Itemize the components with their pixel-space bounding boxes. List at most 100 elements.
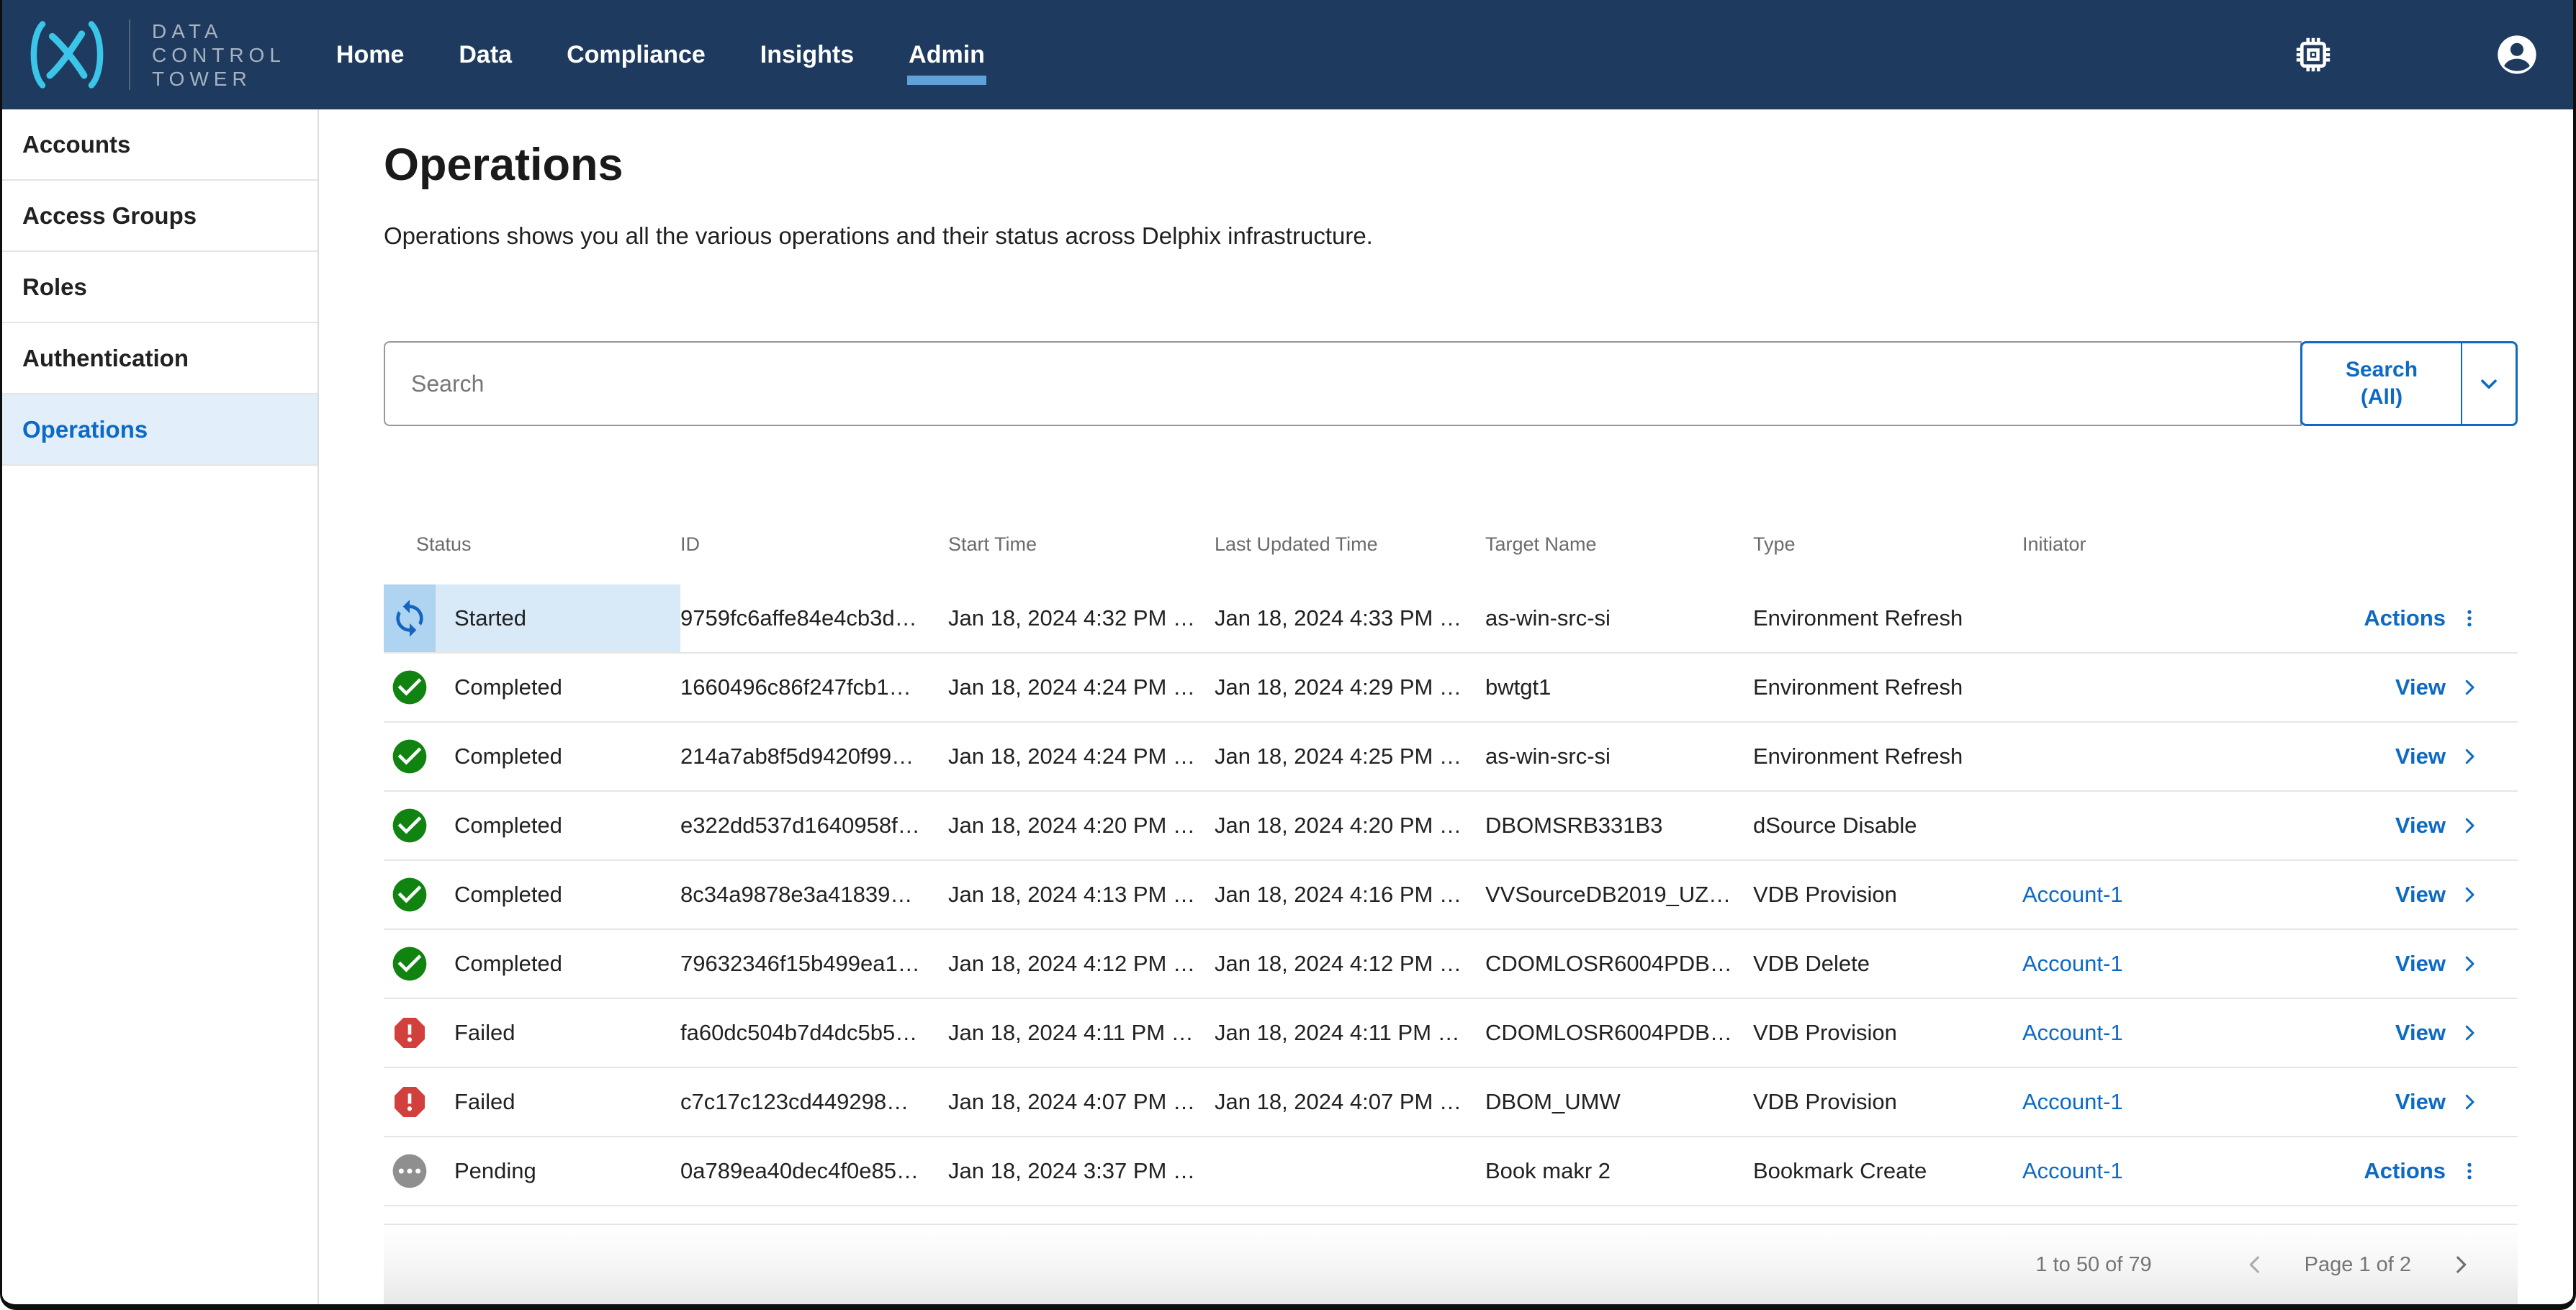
last-updated-cell: Jan 18, 2024 4:07 PM … — [1215, 1089, 1485, 1115]
table-row[interactable]: Failed fa60dc504b7d4dc5b5… Jan 18, 2024 … — [384, 999, 2518, 1068]
sidebar-item-roles[interactable]: Roles — [2, 252, 318, 323]
type-cell: VDB Provision — [1753, 882, 2022, 908]
sidebar-item-operations[interactable]: Operations — [2, 394, 318, 466]
type-cell: Environment Refresh — [1753, 744, 2022, 769]
target-name-cell: as-win-src-si — [1485, 744, 1753, 769]
error-octagon-icon — [384, 999, 436, 1067]
check-circle-icon — [384, 723, 436, 790]
chevron-right-icon[interactable] — [2459, 1091, 2480, 1113]
brand-line-1: DATA — [152, 19, 286, 43]
col-header-last-updated: Last Updated Time — [1215, 533, 1485, 556]
actions-button[interactable]: Actions — [2364, 1158, 2446, 1184]
search-bar: Search (All) — [384, 341, 2518, 426]
table-row[interactable]: Completed 214a7ab8f5d9420f99… Jan 18, 20… — [384, 723, 2518, 792]
initiator-link[interactable]: Account-1 — [2022, 1158, 2292, 1184]
sidebar-item-access-groups[interactable]: Access Groups — [2, 181, 318, 252]
nav-item-compliance[interactable]: Compliance — [567, 30, 706, 81]
actions-cell: View — [2292, 813, 2518, 839]
table-row[interactable]: Completed 79632346f15b499ea1… Jan 18, 20… — [384, 930, 2518, 999]
initiator-link[interactable]: Account-1 — [2022, 951, 2292, 977]
error-octagon-icon — [384, 1068, 436, 1136]
chevron-right-icon[interactable] — [2459, 677, 2480, 698]
pagination-bar: 1 to 50 of 79 Page 1 of 2 — [384, 1225, 2518, 1304]
chevron-right-icon[interactable] — [2459, 884, 2480, 905]
table-row[interactable]: Completed e322dd537d1640958f… Jan 18, 20… — [384, 792, 2518, 861]
sidebar-item-accounts[interactable]: Accounts — [2, 109, 318, 181]
last-updated-cell: Jan 18, 2024 4:33 PM … — [1215, 605, 1485, 631]
view-button[interactable]: View — [2395, 1089, 2446, 1115]
table-row[interactable]: Completed 8c34a9878e3a41839… Jan 18, 202… — [384, 861, 2518, 930]
view-button[interactable]: View — [2395, 1020, 2446, 1046]
chevron-left-icon — [2243, 1252, 2267, 1277]
table-row[interactable]: Started 9759fc6affe84e4cb3d… Jan 18, 202… — [384, 584, 2518, 654]
initiator-link[interactable]: Account-1 — [2022, 882, 2292, 908]
search-all-button-label[interactable]: Search (All) — [2302, 343, 2461, 424]
actions-cell: Actions — [2292, 1158, 2518, 1184]
chevron-right-icon[interactable] — [2459, 815, 2480, 836]
chevron-right-icon[interactable] — [2459, 746, 2480, 767]
last-updated-cell: Jan 18, 2024 4:12 PM … — [1215, 951, 1485, 977]
kebab-menu-icon[interactable] — [2459, 607, 2480, 629]
id-cell: e322dd537d1640958f… — [680, 813, 948, 839]
status-cell: Failed — [384, 999, 680, 1067]
page-indicator: Page 1 of 2 — [2305, 1253, 2411, 1277]
check-circle-icon — [384, 861, 436, 929]
search-all-button[interactable]: Search (All) — [2300, 341, 2518, 426]
api-chip-icon[interactable] — [2292, 34, 2334, 76]
view-button[interactable]: View — [2395, 813, 2446, 839]
search-input[interactable] — [384, 341, 2302, 426]
chevron-down-icon — [2476, 371, 2502, 397]
chevron-right-icon — [2449, 1252, 2473, 1277]
start-time-cell: Jan 18, 2024 4:13 PM … — [948, 882, 1215, 908]
target-name-cell: bwtgt1 — [1485, 674, 1753, 700]
account-circle-icon[interactable] — [2494, 32, 2540, 78]
previous-page-button[interactable] — [2243, 1252, 2267, 1277]
table-row[interactable]: Pending 0a789ea40dec4f0e85… Jan 18, 2024… — [384, 1137, 2518, 1206]
nav-item-insights[interactable]: Insights — [760, 30, 854, 81]
type-cell: dSource Disable — [1753, 813, 2022, 839]
table-bottom-divider — [384, 1206, 2518, 1225]
chevron-right-icon[interactable] — [2459, 953, 2480, 975]
sidebar-item-authentication[interactable]: Authentication — [2, 323, 318, 394]
view-button[interactable]: View — [2395, 744, 2446, 769]
status-cell: Completed — [384, 654, 680, 721]
start-time-cell: Jan 18, 2024 4:11 PM … — [948, 1020, 1215, 1046]
id-cell: c7c17c123cd449298… — [680, 1089, 948, 1115]
type-cell: Bookmark Create — [1753, 1158, 2022, 1184]
brand-line-3: TOWER — [152, 67, 286, 91]
table-header-row: Status ID Start Time Last Updated Time T… — [384, 504, 2518, 584]
id-cell: 0a789ea40dec4f0e85… — [680, 1158, 948, 1184]
nav-item-home[interactable]: Home — [336, 30, 404, 81]
target-name-cell: Book makr 2 — [1485, 1158, 1753, 1184]
operations-page: Operations Operations shows you all the … — [319, 109, 2576, 1304]
kebab-menu-icon[interactable] — [2459, 1160, 2480, 1182]
initiator-link[interactable]: Account-1 — [2022, 1089, 2292, 1115]
status-cell: Completed — [384, 723, 680, 790]
view-button[interactable]: View — [2395, 674, 2446, 700]
col-header-id: ID — [680, 533, 948, 556]
actions-button[interactable]: Actions — [2364, 605, 2446, 631]
brand-line-2: CONTROL — [152, 43, 286, 67]
table-row[interactable]: Completed 1660496c86f247fcb1… Jan 18, 20… — [384, 654, 2518, 723]
view-button[interactable]: View — [2395, 882, 2446, 908]
start-time-cell: Jan 18, 2024 4:32 PM … — [948, 605, 1215, 631]
start-time-cell: Jan 18, 2024 4:20 PM … — [948, 813, 1215, 839]
check-circle-icon — [384, 654, 436, 721]
target-name-cell: CDOMLOSR6004PDB… — [1485, 951, 1753, 977]
target-name-cell: CDOMLOSR6004PDB… — [1485, 1020, 1753, 1046]
nav-item-data[interactable]: Data — [459, 30, 512, 81]
initiator-link[interactable]: Account-1 — [2022, 1020, 2292, 1046]
search-scope-dropdown[interactable] — [2462, 343, 2516, 424]
actions-cell: View — [2292, 674, 2518, 700]
table-row[interactable]: Failed c7c17c123cd449298… Jan 18, 2024 4… — [384, 1068, 2518, 1137]
status-cell: Completed — [384, 861, 680, 929]
app-window: DATA CONTROL TOWER Home Data Compliance … — [0, 0, 2576, 1310]
nav-item-admin[interactable]: Admin — [909, 30, 985, 81]
dct-logo-icon[interactable] — [24, 18, 110, 91]
brand-wordmark: DATA CONTROL TOWER — [152, 19, 286, 91]
chevron-right-icon[interactable] — [2459, 1022, 2480, 1044]
view-button[interactable]: View — [2395, 951, 2446, 977]
next-page-button[interactable] — [2449, 1252, 2473, 1277]
status-label: Failed — [454, 1089, 515, 1115]
row-range-label: 1 to 50 of 79 — [2035, 1253, 2151, 1277]
